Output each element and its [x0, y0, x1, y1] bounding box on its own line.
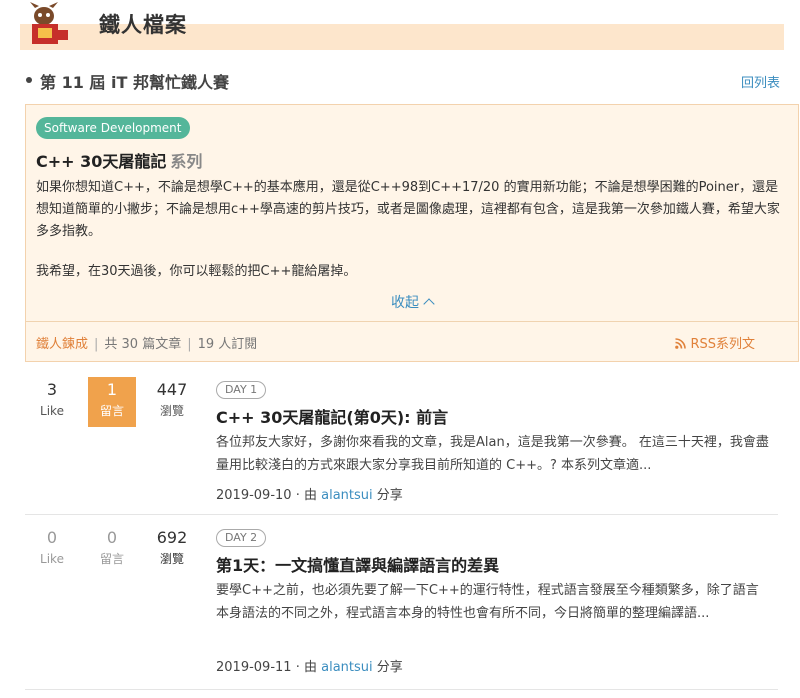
- collapse-button[interactable]: 收起: [26, 292, 798, 312]
- separator: |: [187, 337, 192, 352]
- like-number: 3: [46, 380, 58, 399]
- article-meta: 2019-09-10 · 由 alantsui 分享: [216, 488, 403, 503]
- back-to-list-link[interactable]: 回列表: [741, 72, 780, 91]
- article-excerpt: 各位邦友大家好，多謝你來看我的文章，我是Alan，這是我第一次參賽。 在這三十天…: [216, 435, 769, 473]
- rss-icon[interactable]: [675, 338, 687, 349]
- reply-number[interactable]: 1: [88, 377, 136, 403]
- day-badge: DAY 1: [216, 381, 267, 399]
- author-link[interactable]: alantsui: [321, 488, 373, 503]
- by-label: 由: [303, 488, 317, 503]
- author-link[interactable]: alantsui: [321, 660, 373, 675]
- reply-number[interactable]: 0: [88, 525, 136, 551]
- share-label: 分享: [376, 488, 403, 503]
- series-category-link[interactable]: 鐵人鍊成: [36, 337, 88, 352]
- subscriber-count: 19 人訂閱: [197, 337, 258, 352]
- like-count: 3 Like: [28, 377, 76, 427]
- ironman-mascot-icon: [30, 2, 68, 44]
- share-label: 分享: [376, 660, 403, 675]
- reply-count[interactable]: 0 留言: [88, 525, 136, 575]
- like-number: 0: [46, 528, 58, 547]
- series-title[interactable]: C++ 30天屠龍記 系列: [36, 148, 202, 172]
- view-label: 瀏覽: [159, 404, 184, 418]
- reply-label[interactable]: 留言: [88, 551, 136, 567]
- series-box: Software Development C++ 30天屠龍記 系列 如果你想知道…: [25, 104, 799, 362]
- series-title-suffix: 系列: [170, 152, 203, 171]
- view-count: 447 瀏覽: [148, 377, 196, 427]
- page-title: 鐵人檔案: [99, 13, 187, 37]
- by-label: 由: [303, 660, 317, 675]
- view-number: 692: [156, 528, 188, 547]
- category-tag[interactable]: Software Development: [36, 117, 190, 139]
- article-item: 3 Like 1 留言 447 瀏覽 DAY 1 C++ 30天屠龍記(第0天)…: [25, 377, 778, 515]
- reply-label[interactable]: 留言: [88, 403, 136, 419]
- view-number: 447: [156, 380, 188, 399]
- series-footer: 鐵人鍊成 | 共 30 篇文章 | 19 人訂閱: [36, 333, 257, 352]
- article-title-link[interactable]: C++ 30天屠龍記(第0天): 前言: [216, 404, 448, 428]
- divider: [26, 321, 798, 322]
- chevron-up-icon[interactable]: [423, 298, 435, 310]
- article-count: 共 30 篇文章: [104, 337, 182, 352]
- article-date: 2019-09-10: [216, 488, 292, 503]
- view-count: 692 瀏覽: [148, 525, 196, 575]
- series-description: 如果你想知道C++，不論是想學C++的基本應用，還是從C++98到C++17/2…: [36, 177, 781, 283]
- like-count: 0 Like: [28, 525, 76, 575]
- series-description-p2: 我希望，在30天過後，你可以輕鬆的把C++龍給屠掉。: [36, 264, 357, 279]
- contest-line: 第 11 屆 iT 邦幫忙鐵人賽 回列表: [26, 68, 780, 92]
- contest-title[interactable]: 第 11 屆 iT 邦幫忙鐵人賽: [40, 69, 229, 93]
- reply-count[interactable]: 1 留言: [88, 377, 136, 427]
- like-label: Like: [40, 552, 64, 566]
- rss-link[interactable]: RSS系列文: [675, 333, 755, 352]
- article-item: 0 Like 0 留言 692 瀏覽 DAY 2 第1天：一文搞懂直譯與編譯語言…: [25, 525, 778, 690]
- series-title-text[interactable]: C++ 30天屠龍記: [36, 152, 166, 171]
- article-excerpt: 要學C++之前，也必須先要了解一下C++的運行特性，程式語言發展至今種類繁多，除…: [216, 583, 759, 621]
- series-description-p1: 如果你想知道C++，不論是想學C++的基本應用，還是從C++98到C++17/2…: [36, 180, 780, 239]
- separator: |: [94, 337, 99, 352]
- bullet-icon: [26, 77, 32, 83]
- day-badge: DAY 2: [216, 529, 267, 547]
- view-label: 瀏覽: [159, 552, 184, 566]
- collapse-label[interactable]: 收起: [391, 295, 419, 311]
- article-title-link[interactable]: 第1天：一文搞懂直譯與編譯語言的差異: [216, 552, 499, 576]
- like-label: Like: [40, 404, 64, 418]
- page-header: 鐵人檔案: [0, 0, 800, 60]
- rss-label[interactable]: RSS系列文: [690, 337, 755, 352]
- article-date: 2019-09-11: [216, 660, 292, 675]
- article-meta: 2019-09-11 · 由 alantsui 分享: [216, 660, 403, 675]
